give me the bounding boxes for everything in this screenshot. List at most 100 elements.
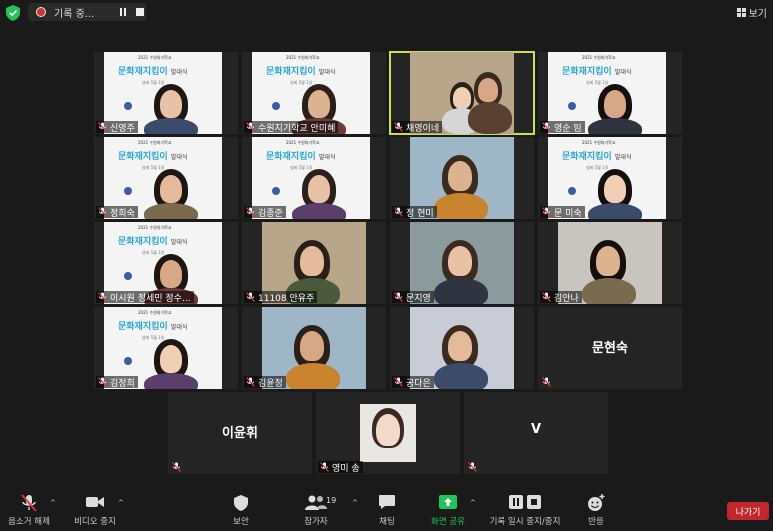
participant-name: 정희숙 <box>110 208 135 219</box>
participant-name-bar: 김안나 <box>540 291 582 304</box>
participant-name-bar: 문 미숙 <box>540 206 585 219</box>
security-shield-icon[interactable] <box>6 5 20 21</box>
view-button[interactable]: 보기 <box>736 5 767 20</box>
slide-date-text: 날짜 5월 1일 <box>142 335 165 340</box>
stop-recording-icon[interactable] <box>136 8 144 16</box>
share-screen-button[interactable]: 화면 공유 <box>426 494 470 527</box>
muted-microphone-icon <box>21 494 37 512</box>
chat-bubble-icon <box>379 495 395 509</box>
participant-tile[interactable]: 채영이네 <box>389 51 535 135</box>
pause-recording-icon[interactable] <box>120 8 126 16</box>
top-bar: 기록 중... 보기 <box>0 0 773 26</box>
share-screen-label: 화면 공유 <box>431 517 465 527</box>
participant-name-bar: 이시원 정세민 정수... <box>96 291 194 304</box>
participant-tile[interactable]: V <box>464 392 608 474</box>
slide-title: 문화재지킴이 발대식 <box>562 64 631 77</box>
participant-name-bar: 김종준 <box>244 206 286 219</box>
muted-microphone-icon <box>246 377 255 387</box>
leave-meeting-button[interactable]: 나가기 <box>727 502 769 520</box>
participant-display-name: V <box>530 422 542 437</box>
participant-tile[interactable]: 문현숙 <box>538 307 682 389</box>
participant-tile[interactable]: 2021 수원외기학교 문화재지킴이 발대식 날짜 5월 1일 수원지기학교 안미혜 <box>242 52 386 134</box>
participant-name: 이시원 정세민 정수... <box>110 293 191 304</box>
recording-indicator: 기록 중... <box>28 3 146 21</box>
participant-body <box>434 193 488 219</box>
participant-body <box>588 118 642 134</box>
cultural-heritage-logo-icon <box>568 102 576 110</box>
participant-tile[interactable]: 정 현미 <box>390 137 534 219</box>
view-button-label: 보기 <box>748 9 767 20</box>
participant-tile[interactable]: 2021 수원외기학교 문화재지킴이 발대식 날짜 5월 1일 이시원 정세민 정수.… <box>94 222 238 304</box>
slide-title-sub: 발대식 <box>170 154 188 161</box>
audio-options-caret-icon[interactable]: ^ <box>50 499 56 507</box>
participant-tile[interactable]: 2021 수원외기학교 문화재지킴이 발대식 날짜 5월 1일 김정희 <box>94 307 238 389</box>
participant-tile[interactable]: 공다은 <box>390 307 534 389</box>
muted-microphone-icon <box>394 377 403 387</box>
participant-tile[interactable]: 김윤정 <box>242 307 386 389</box>
slide-title: 문화재지킴이 발대식 <box>118 319 187 332</box>
participant-name-bar: 공다은 <box>392 376 434 389</box>
cultural-heritage-logo-icon <box>124 187 132 195</box>
share-options-caret-icon[interactable]: ^ <box>470 499 476 507</box>
participant-name: 신영주 <box>110 123 135 134</box>
participant-tile[interactable]: 2021 수원외기학교 문화재지킴이 발대식 날짜 5월 1일 문 미숙 <box>538 137 682 219</box>
reactions-smiley-icon <box>588 494 605 511</box>
participant-tile[interactable]: 2021 수원외기학교 문화재지킴이 발대식 날짜 5월 1일 김종준 <box>242 137 386 219</box>
cultural-heritage-logo-icon <box>124 357 132 365</box>
slide-school-text: 2021 수원외기학교 <box>286 55 320 60</box>
participant-tile[interactable]: 영미 송 <box>316 392 460 474</box>
participant-tile[interactable]: 문지영 <box>390 222 534 304</box>
profile-photo <box>360 404 416 462</box>
participant-name: 김종준 <box>258 208 283 219</box>
participant-name: 수원지기학교 안미혜 <box>258 123 336 134</box>
participants-options-caret-icon[interactable]: ^ <box>352 499 358 507</box>
pause-stop-recording-label: 기록 일시 중지/중지 <box>489 517 561 527</box>
participant-name-bar: 수원지기학교 안미혜 <box>244 121 339 134</box>
participant-face <box>160 260 182 288</box>
muted-microphone-icon <box>98 122 107 132</box>
participants-icon <box>305 495 327 510</box>
participant-tile[interactable]: 이윤휘 <box>168 392 312 474</box>
participant-tile[interactable]: 2021 수원외기학교 문화재지킴이 발대식 날짜 5월 1일 영순 임 <box>538 52 682 134</box>
chat-button[interactable]: 채팅 <box>372 494 402 527</box>
slide-title: 문화재지킴이 발대식 <box>118 64 187 77</box>
slide-school-text: 2021 수원외기학교 <box>286 140 320 145</box>
reactions-button[interactable]: 반응 <box>582 494 610 527</box>
slide-title-sub: 발대식 <box>614 154 632 161</box>
slide-school-text: 2021 수원외기학교 <box>138 225 172 230</box>
slide-title: 문화재지킴이 발대식 <box>562 149 631 162</box>
participant-name: 공다은 <box>406 378 431 389</box>
participant-face <box>453 87 471 109</box>
participant-name: 김안나 <box>554 293 579 304</box>
slide-date-text: 날짜 5월 1일 <box>290 80 313 85</box>
participant-tile[interactable]: 2021 수원외기학교 문화재지킴이 발대식 날짜 5월 1일 신영주 <box>94 52 238 134</box>
slide-title: 문화재지킴이 발대식 <box>118 234 187 247</box>
unmute-button[interactable]: 음소거 해제 <box>6 494 52 527</box>
muted-microphone-icon <box>542 377 551 387</box>
participant-face <box>448 161 472 191</box>
participant-face <box>604 90 626 118</box>
pause-stop-recording-button[interactable]: 기록 일시 중지/중지 <box>486 494 564 527</box>
participant-body <box>468 102 512 134</box>
slide-title-sub: 발대식 <box>170 69 188 76</box>
security-button[interactable]: 보안 <box>224 494 258 527</box>
cultural-heritage-logo-icon <box>272 102 280 110</box>
participant-name: 문지영 <box>406 293 431 304</box>
stop-video-button[interactable]: 비디오 중지 <box>70 494 120 527</box>
muted-microphone-icon <box>320 462 329 472</box>
slide-title-sub: 발대식 <box>614 69 632 76</box>
participant-name: 영미 송 <box>332 463 360 474</box>
muted-microphone-icon <box>542 292 551 302</box>
participant-name-bar: 김정희 <box>96 376 138 389</box>
participant-tile[interactable]: 2021 수원외기학교 문화재지킴이 발대식 날짜 5월 1일 정희숙 <box>94 137 238 219</box>
participant-body <box>144 373 198 389</box>
slide-title-main: 문화재지킴이 <box>266 67 316 77</box>
video-camera-icon <box>86 497 104 507</box>
participant-tile[interactable]: 11108 안유주 <box>242 222 386 304</box>
muted-microphone-icon <box>98 207 107 217</box>
slide-title-sub: 발대식 <box>170 239 188 246</box>
participant-tile[interactable]: 김안나 <box>538 222 682 304</box>
muted-microphone-icon <box>246 122 255 132</box>
participant-face <box>160 175 182 203</box>
video-options-caret-icon[interactable]: ^ <box>118 499 124 507</box>
